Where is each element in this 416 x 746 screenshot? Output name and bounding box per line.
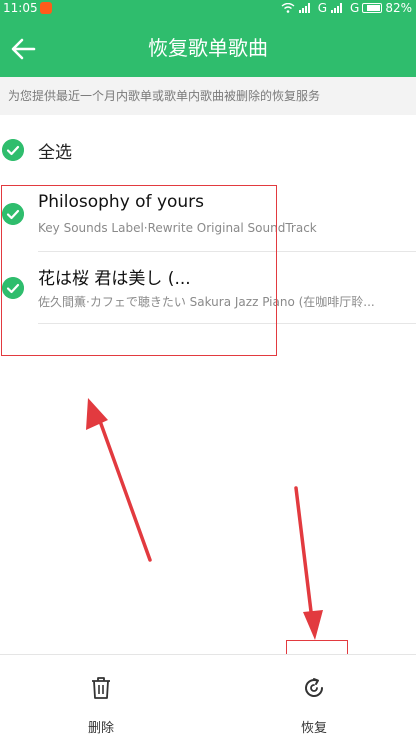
check-circle-icon[interactable] <box>2 139 24 161</box>
select-all-label: 全选 <box>38 143 72 163</box>
check-circle-icon[interactable] <box>2 277 24 299</box>
signal-icon <box>298 3 310 13</box>
battery-percent: 82% <box>385 1 412 15</box>
restore-button[interactable]: 恢复 <box>274 655 354 745</box>
wifi-icon <box>281 3 295 13</box>
signal-icon-2 <box>331 3 343 13</box>
song-subtitle: 佐久間薫·カフェで聴きたい Sakura Jazz Piano (在咖啡厅聆..… <box>38 295 375 309</box>
battery-icon <box>362 3 383 13</box>
network-type: G <box>317 1 328 15</box>
bottom-action-bar: 删除 恢复 <box>0 654 416 746</box>
delete-button[interactable]: 删除 <box>61 655 141 745</box>
battery-fill <box>367 5 381 11</box>
network-type-2: G <box>350 1 360 15</box>
trash-icon <box>92 677 110 699</box>
info-notice: 为您提供最近一个月内歌单或歌单内歌曲被删除的恢复服务 <box>0 77 416 115</box>
song-title: 花は桜 君は美し (... <box>38 269 191 289</box>
restore-icon <box>305 678 323 697</box>
page-title: 恢复歌单歌曲 <box>148 36 268 60</box>
divider <box>38 251 416 252</box>
app-header: 11:05 G G 82% 恢复歌单歌曲 <box>0 0 416 77</box>
select-all-row[interactable]: 全选 <box>0 128 416 172</box>
check-circle-icon[interactable] <box>2 203 24 225</box>
restore-label: 恢复 <box>300 721 327 736</box>
divider <box>38 323 416 324</box>
delete-label: 删除 <box>87 721 114 736</box>
annotation-arrow-up <box>86 398 152 562</box>
annotation-arrow-down <box>294 486 323 640</box>
status-time: 11:05 <box>3 1 38 15</box>
notification-app-icon <box>40 2 52 14</box>
status-indicators: G G 82% <box>281 1 412 15</box>
status-bar: 11:05 G G 82% <box>0 0 416 18</box>
song-row[interactable]: Philosophy of yours Key Sounds Label·Rew… <box>0 190 416 252</box>
song-row[interactable]: 花は桜 君は美し (... 佐久間薫·カフェで聴きたい Sakura Jazz … <box>0 262 416 324</box>
song-title: Philosophy of yours <box>38 192 205 212</box>
song-subtitle: Key Sounds Label·Rewrite Original SoundT… <box>38 221 317 235</box>
